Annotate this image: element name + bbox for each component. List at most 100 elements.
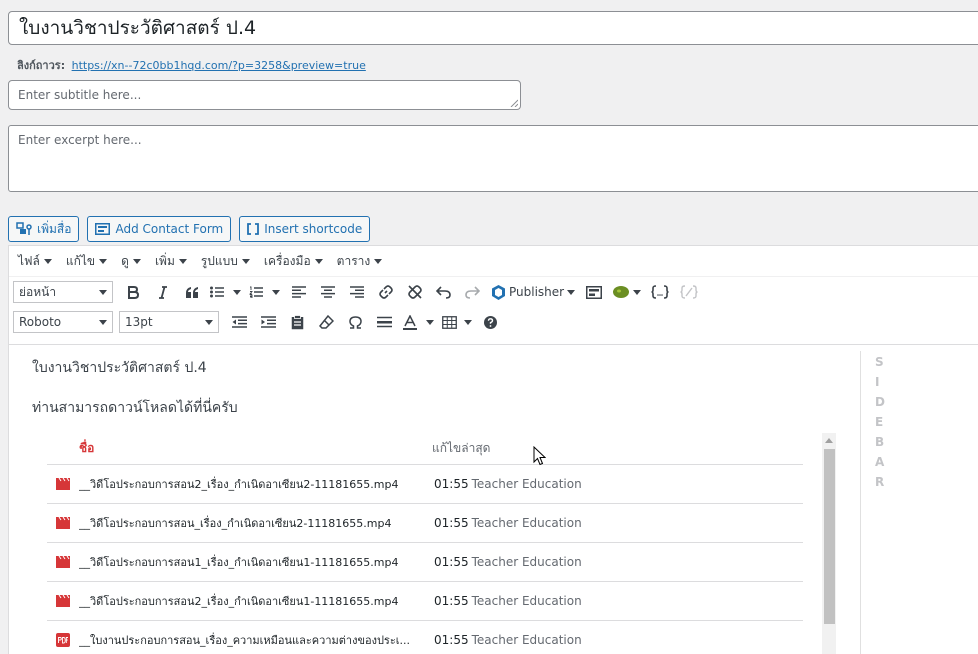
- video-file-icon: [56, 595, 70, 607]
- column-modified-header[interactable]: แก้ไขล่าสุด: [432, 439, 490, 458]
- eraser-icon: [319, 315, 334, 329]
- editor-content[interactable]: ใบงานวิชาประวัติศาสตร์ ป.4 ท่านสามารถดาว…: [9, 344, 978, 654]
- media-buttons: เพิ่มสื่อ Add Contact Form Insert shortc…: [8, 216, 371, 242]
- sidebar-letter: R: [875, 475, 886, 489]
- menu-edit[interactable]: แก้ไข: [66, 252, 108, 271]
- paste-text-button[interactable]: [283, 308, 312, 336]
- file-list-scrollbar[interactable]: [822, 433, 836, 654]
- align-center-button[interactable]: [313, 278, 342, 306]
- indent-icon: [261, 316, 276, 328]
- sidebar-letter: A: [875, 455, 886, 469]
- column-name-header[interactable]: ชื่อ: [47, 439, 432, 458]
- video-file-icon: [56, 478, 70, 490]
- menu-insert[interactable]: เพิ่ม: [155, 252, 187, 271]
- menu-view[interactable]: ดู: [121, 252, 141, 271]
- outdent-icon: [232, 316, 247, 328]
- resize-grip-icon[interactable]: [510, 99, 518, 107]
- editor-toolbar-2: Roboto 13pt: [9, 307, 978, 337]
- italic-icon: [158, 285, 167, 299]
- subtitle-input[interactable]: Enter subtitle here...: [8, 80, 521, 110]
- permalink-link[interactable]: https://xn--72c0bb1hqd.com/?p=3258&previ…: [72, 59, 366, 72]
- font-size-select[interactable]: 13pt: [119, 311, 219, 333]
- menu-table-label: ตาราง: [336, 253, 371, 268]
- shortcode-toolbar-button[interactable]: [645, 278, 674, 306]
- scroll-up-icon[interactable]: [825, 438, 833, 443]
- file-list-table: ชื่อ แก้ไขล่าสุด __วิดีโอประกอบการสอน2_เ…: [47, 433, 803, 654]
- horizontal-line-button[interactable]: [370, 308, 399, 336]
- scrollbar-thumb[interactable]: [824, 449, 835, 624]
- sidebar-label: S I D E B A R: [875, 355, 886, 489]
- table-row[interactable]: __ใบงานประกอบการสอน_เรื่อง_ความเหมือนและ…: [47, 621, 803, 654]
- file-owner: Teacher Education: [471, 594, 582, 608]
- bold-button[interactable]: [119, 278, 148, 306]
- add-media-button[interactable]: เพิ่มสื่อ: [8, 216, 80, 242]
- bullet-list-button[interactable]: [206, 278, 245, 306]
- content-title: ใบงานวิชาประวัติศาสตร์ ป.4: [32, 360, 207, 376]
- chevron-down-icon[interactable]: [272, 289, 280, 295]
- form-embed-button[interactable]: [579, 278, 608, 306]
- redo-button[interactable]: [458, 278, 487, 306]
- file-name: __ใบงานประกอบการสอน_เรื่อง_ความเหมือนและ…: [79, 634, 410, 647]
- chevron-down-icon[interactable]: [426, 319, 434, 325]
- clipboard-icon: [291, 314, 304, 329]
- horizontal-line-icon: [377, 316, 392, 328]
- menu-format[interactable]: รูปแบบ: [201, 252, 250, 271]
- italic-button[interactable]: [148, 278, 177, 306]
- menu-tools[interactable]: เครื่องมือ: [264, 252, 323, 271]
- help-button[interactable]: [476, 308, 505, 336]
- align-left-button[interactable]: [284, 278, 313, 306]
- indent-button[interactable]: [254, 308, 283, 336]
- clear-format-button[interactable]: [312, 308, 341, 336]
- blockquote-button[interactable]: [177, 278, 206, 306]
- special-character-button[interactable]: [341, 308, 370, 336]
- table-row[interactable]: __วิดีโอประกอบการสอน_เรื่อง_กำเนิดอาเซีย…: [47, 504, 803, 543]
- insert-link-button[interactable]: [371, 278, 400, 306]
- shortcode-icon: [247, 223, 260, 235]
- outdent-button[interactable]: [225, 308, 254, 336]
- file-name: __วิดีโอประกอบการสอน2_เรื่อง_กำเนิดอาเซี…: [79, 478, 399, 491]
- form-icon: [95, 223, 111, 235]
- numbered-list-button[interactable]: [245, 278, 284, 306]
- sidebar-letter: S: [875, 355, 885, 369]
- undo-button[interactable]: [429, 278, 458, 306]
- sidebar-letter: B: [875, 435, 886, 449]
- file-modified: 01:55 Teacher Education: [434, 516, 582, 530]
- align-left-icon: [291, 286, 306, 298]
- chevron-down-icon[interactable]: [233, 289, 241, 295]
- add-contact-form-button[interactable]: Add Contact Form: [87, 216, 232, 242]
- publisher-icon: [492, 284, 505, 300]
- table-row[interactable]: __วิดีโอประกอบการสอน1_เรื่อง_กำเนิดอาเซี…: [47, 543, 803, 582]
- unlink-button[interactable]: [400, 278, 429, 306]
- chevron-down-icon[interactable]: [464, 319, 472, 325]
- align-right-button[interactable]: [342, 278, 371, 306]
- unlink-icon: [407, 285, 422, 299]
- table-button[interactable]: [438, 308, 476, 336]
- sidebar-letter: E: [875, 415, 885, 429]
- excerpt-placeholder: Enter excerpt here...: [18, 133, 142, 147]
- table-row[interactable]: __วิดีโอประกอบการสอน2_เรื่อง_กำเนิดอาเซี…: [47, 582, 803, 621]
- sidebar-letter: I: [875, 375, 881, 389]
- chevron-down-icon: [132, 258, 141, 264]
- table-row[interactable]: __วิดีโอประกอบการสอน2_เรื่อง_กำเนิดอาเซี…: [47, 465, 803, 504]
- disabled-tool-button[interactable]: [674, 278, 703, 306]
- file-owner: Teacher Education: [471, 516, 582, 530]
- font-family-select[interactable]: Roboto: [13, 311, 113, 333]
- chevron-down-icon: [205, 319, 213, 325]
- classic-editor: ไฟล์ แก้ไข ดู เพิ่ม รูปแบบ เครื่องมือ ตา…: [8, 245, 978, 654]
- menu-table[interactable]: ตาราง: [337, 252, 383, 271]
- insert-shortcode-button[interactable]: Insert shortcode: [239, 216, 371, 242]
- plugin-menu-button[interactable]: [608, 278, 645, 306]
- menu-file[interactable]: ไฟล์: [18, 252, 52, 271]
- plugin-leaf-icon: [613, 286, 630, 298]
- publisher-button[interactable]: Publisher: [487, 278, 579, 306]
- content-paragraph: ท่านสามารถดาวน์โหลดได้ที่นี่ครับ: [32, 400, 238, 416]
- post-title-input[interactable]: ใบงานวิชาประวัติศาสตร์ ป.4: [8, 11, 978, 45]
- text-color-button[interactable]: [399, 308, 438, 336]
- format-select-value: ย่อหน้า: [19, 284, 57, 299]
- excerpt-input[interactable]: Enter excerpt here...: [8, 125, 978, 192]
- sidebar-letter: D: [875, 395, 886, 409]
- file-modified: 01:55 Teacher Education: [434, 633, 582, 647]
- shortcode-label: Insert shortcode: [264, 222, 363, 236]
- menu-insert-label: เพิ่ม: [154, 253, 175, 268]
- format-select[interactable]: ย่อหน้า: [13, 281, 113, 303]
